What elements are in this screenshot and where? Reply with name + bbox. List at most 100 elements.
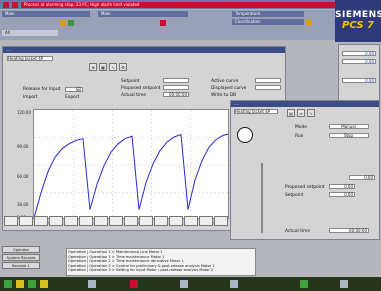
setpoint-label: Setpoint: [121, 79, 140, 84]
nav-coordination[interactable]: Coordination: [232, 19, 304, 25]
step-status-box[interactable]: [34, 216, 48, 226]
y-tick-60: 60.00: [17, 174, 29, 179]
help-icon[interactable]: [230, 280, 238, 288]
step-status-box[interactable]: [154, 216, 168, 226]
proposed-setpoint-label: Proposed setpoint: [121, 86, 161, 91]
curve-icon[interactable]: ∿: [109, 63, 117, 71]
setpoint-fp-label: Setpoint: [285, 193, 304, 198]
proposed-setpoint-field[interactable]: [163, 85, 189, 90]
alarm-line: Process at alarming stop; 23 PC; High al…: [0, 0, 381, 9]
alarm-icon[interactable]: [160, 20, 166, 26]
step-status-box[interactable]: [169, 216, 183, 226]
faceplate-window: .... Heating Jacket 4P ▤ ≡ ∿ Mode Manual…: [230, 100, 380, 240]
app-icon[interactable]: [28, 280, 36, 288]
trend-toolbar: ⊕ ▦ ∿ ⚙: [89, 63, 127, 71]
import-button[interactable]: Import: [23, 95, 38, 100]
displayed-curve-field[interactable]: [255, 85, 281, 90]
y-tick-120: 120.00: [17, 110, 31, 115]
faceplate-combo[interactable]: Heating Jacket 4P: [234, 109, 278, 114]
nav-operator[interactable]: Operator: [2, 246, 40, 253]
actual-time-field: 00:00:00: [163, 92, 189, 97]
zoom-icon[interactable]: ⊕: [89, 63, 97, 71]
table-icon[interactable]: ▦: [99, 63, 107, 71]
step-status-box[interactable]: [64, 216, 78, 226]
status-icon[interactable]: [68, 20, 74, 26]
nav-system-records[interactable]: System Records: [2, 254, 40, 261]
setpoint-field[interactable]: [163, 78, 189, 83]
step-status-box[interactable]: [19, 216, 33, 226]
network-icon[interactable]: [300, 280, 308, 288]
actual-time-fp-label: Actual time: [285, 229, 311, 234]
run-field[interactable]: Stop: [329, 133, 369, 138]
parameter-icon[interactable]: ≡: [297, 109, 305, 117]
right-panel: 0.00 0.00 0.00: [338, 44, 380, 104]
right-value-3: 0.00: [342, 78, 376, 83]
active-curve-label: Active curve: [211, 79, 239, 84]
displayed-curve-label: Displayed curve: [211, 86, 247, 91]
actual-time-label: Actual time: [121, 93, 147, 98]
lock-icon[interactable]: [340, 280, 348, 288]
actual-time-fp-field: 00:00:00: [329, 228, 369, 233]
trend-curve-svg: [34, 110, 228, 218]
standard-view-icon[interactable]: ▤: [287, 109, 295, 117]
step-status-box[interactable]: [199, 216, 213, 226]
y-tick-90: 90.00: [17, 144, 29, 149]
bar-indicator: [261, 163, 263, 233]
nav-main[interactable]: Main: [2, 11, 90, 17]
folder-icon[interactable]: [16, 280, 24, 288]
nav-main-2[interactable]: Main: [98, 11, 188, 17]
brand-name: SIEMENS: [335, 10, 381, 20]
step-status-box[interactable]: [79, 216, 93, 226]
trend-plot[interactable]: [33, 109, 229, 219]
step-status-box[interactable]: [124, 216, 138, 226]
area-overview: Main Main Temperature Coordination All: [0, 10, 335, 40]
step-status-box[interactable]: [109, 216, 123, 226]
proposed-setpoint-fp-field[interactable]: 0.00: [329, 184, 355, 189]
faceplate-title[interactable]: ....: [231, 101, 379, 107]
alarm-cell-main[interactable]: Process at alarming stop; 23 PC; High al…: [21, 1, 360, 8]
overview-all[interactable]: All: [2, 30, 58, 36]
print-icon[interactable]: [180, 280, 188, 288]
warning-icon[interactable]: [60, 20, 66, 26]
y-tick-30: 30.00: [17, 202, 29, 207]
step-status-row: [4, 216, 234, 228]
left-nav: Operator System Records Records 1: [2, 246, 42, 276]
step-status-box[interactable]: [184, 216, 198, 226]
faceplate-toolbar: ▤ ≡ ∿: [287, 109, 315, 117]
trend-combo[interactable]: Heating Jacket 4P: [7, 56, 53, 61]
write-db-label: Write to DB: [211, 93, 237, 98]
right-value-2: 0.00: [342, 59, 376, 64]
run-label: Run: [295, 134, 304, 139]
clock-icon: [237, 127, 253, 143]
active-curve-field[interactable]: [255, 78, 281, 83]
setpoint-fp-field[interactable]: 0.00: [329, 192, 355, 197]
mode-field[interactable]: Manual: [329, 124, 369, 129]
release-label: Release for Input: [23, 87, 61, 92]
message-list: Operation | Operation 1 > Maintenance Li…: [66, 248, 256, 276]
series-line: [34, 133, 228, 218]
nav-temperature[interactable]: Temperature: [232, 11, 304, 17]
trend-window-title[interactable]: ....: [3, 47, 285, 53]
step-status-box[interactable]: [49, 216, 63, 226]
nav-records[interactable]: Records 1: [2, 262, 40, 269]
warning-icon-2[interactable]: [306, 20, 312, 26]
alarm-cell-left[interactable]: [3, 1, 9, 8]
settings-icon[interactable]: ⚙: [119, 63, 127, 71]
mode-label: Mode: [295, 125, 307, 130]
step-status-box[interactable]: [214, 216, 228, 226]
alarm-cell-center[interactable]: [12, 1, 18, 8]
message-row[interactable]: Operation | Operation 3 > Setting for in…: [68, 268, 254, 273]
export-button[interactable]: Export: [65, 95, 79, 100]
brand-logo: SIEMENS PCS 7: [335, 0, 381, 42]
product-name: PCS 7: [342, 20, 374, 31]
proposed-setpoint-fp-label: Proposed setpoint: [285, 185, 325, 190]
release-field[interactable]: SB: [65, 87, 83, 92]
step-status-box[interactable]: [94, 216, 108, 226]
alarm-taskbar-icon[interactable]: [130, 280, 138, 288]
step-status-box[interactable]: [139, 216, 153, 226]
window-icon[interactable]: [88, 280, 96, 288]
report-icon[interactable]: [40, 280, 48, 288]
play-icon[interactable]: [4, 280, 12, 288]
step-status-box[interactable]: [4, 216, 18, 226]
trend-icon[interactable]: ∿: [307, 109, 315, 117]
